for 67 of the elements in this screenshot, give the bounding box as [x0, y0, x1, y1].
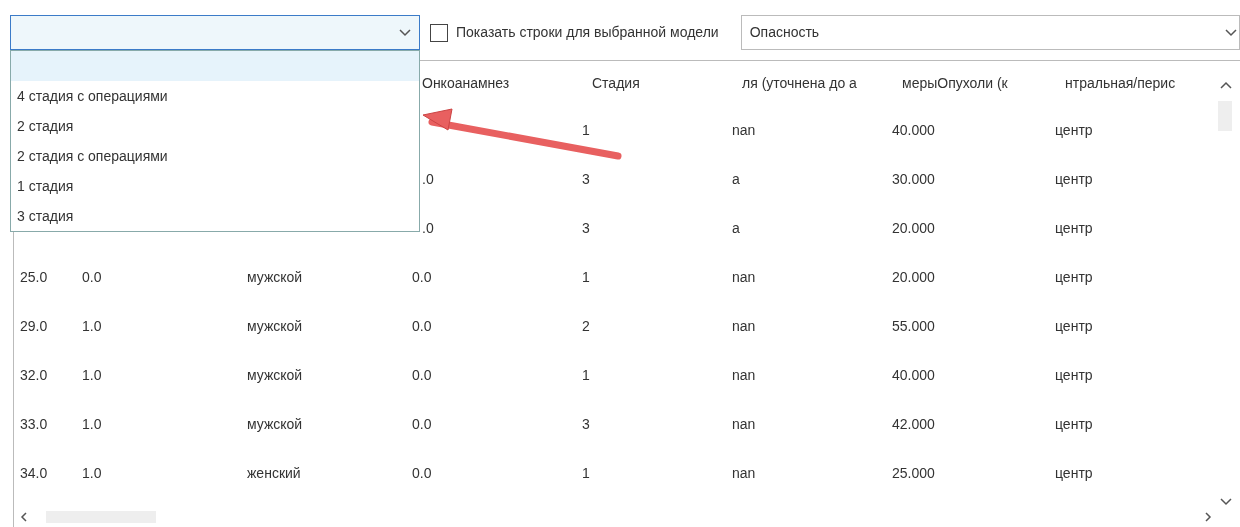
table-cell: 42.000: [892, 416, 935, 432]
dropdown-option[interactable]: 4 стадия с операциями: [11, 81, 419, 111]
table-cell: 25.000: [892, 465, 935, 481]
dropdown-option[interactable]: 2 стадия с операциями: [11, 141, 419, 171]
table-cell: 40.000: [892, 367, 935, 383]
table-cell: центр: [1055, 122, 1093, 138]
table-cell: центр: [1055, 318, 1093, 334]
table-cell: женский: [247, 465, 301, 481]
table-cell: мужской: [247, 416, 303, 432]
table-cell: мужской: [247, 269, 303, 285]
table-cell: 29.0: [20, 318, 48, 334]
table-cell: 0.0: [82, 269, 102, 285]
table-cell: 30.000: [892, 171, 935, 187]
table-cell: центр: [1055, 220, 1093, 236]
table-cell: nan: [732, 318, 756, 334]
table-cell: 25.0: [20, 269, 48, 285]
table-cell: центр: [1055, 416, 1093, 432]
dropdown-option[interactable]: 2 стадия: [11, 111, 419, 141]
table-cell: 20.000: [892, 269, 935, 285]
table-cell: 0.0: [412, 318, 432, 334]
table-cell: 3: [582, 220, 590, 236]
table-cell: 0.0: [412, 367, 432, 383]
table-cell: 0.0: [412, 269, 432, 285]
table-cell: 1: [582, 269, 590, 285]
table-cell: 34.0: [20, 465, 48, 481]
table-cell: 1: [582, 122, 590, 138]
table-cell: nan: [732, 416, 756, 432]
table-cell: 1: [582, 367, 590, 383]
column-header[interactable]: нтральная/перис: [1065, 75, 1176, 91]
table-cell: nan: [732, 122, 756, 138]
column-header[interactable]: Онкоанамнез: [422, 75, 510, 91]
checkbox-label: Показать строки для выбранной модели: [456, 23, 719, 42]
table-cell: 1.0: [82, 416, 102, 432]
table-cell: 3: [582, 171, 590, 187]
table-cell: 20.000: [892, 220, 935, 236]
dropdown-value: Опасность: [749, 23, 820, 42]
table-cell: 0.0: [412, 465, 432, 481]
table-cell: 1.0: [82, 318, 102, 334]
table-cell: 32.0: [20, 367, 48, 383]
table-cell: мужской: [247, 367, 303, 383]
table-cell: центр: [1055, 269, 1093, 285]
table-cell: а: [732, 220, 740, 236]
table-cell: nan: [732, 269, 756, 285]
table-cell: центр: [1055, 171, 1093, 187]
table-cell: центр: [1055, 465, 1093, 481]
dropdown[interactable]: Опасность: [740, 15, 1240, 50]
dropdown-option[interactable]: 3 стадия: [11, 201, 419, 231]
table-cell: 0.0: [412, 416, 432, 432]
table-cell: 1.0: [82, 465, 102, 481]
table-cell: мужской: [247, 318, 303, 334]
table-cell: 2: [582, 318, 590, 334]
table-cell: 33.0: [20, 416, 48, 432]
table-cell: .0: [422, 220, 434, 236]
table-cell: 40.000: [892, 122, 935, 138]
column-header[interactable]: Стадия: [592, 75, 640, 91]
dropdown-option[interactable]: 1 стадия: [11, 171, 419, 201]
column-header[interactable]: мерыОпухоли (к: [902, 75, 1008, 91]
table-cell: центр: [1055, 367, 1093, 383]
table-cell: nan: [732, 367, 756, 383]
table-cell: nan: [732, 465, 756, 481]
table-cell: 1: [582, 465, 590, 481]
column-header[interactable]: ля (уточнена до а: [742, 75, 857, 91]
table-cell: 3: [582, 416, 590, 432]
table-cell: .0: [422, 171, 434, 187]
table-cell: 1.0: [82, 367, 102, 383]
table-cell: 55.000: [892, 318, 935, 334]
table-cell: а: [732, 171, 740, 187]
